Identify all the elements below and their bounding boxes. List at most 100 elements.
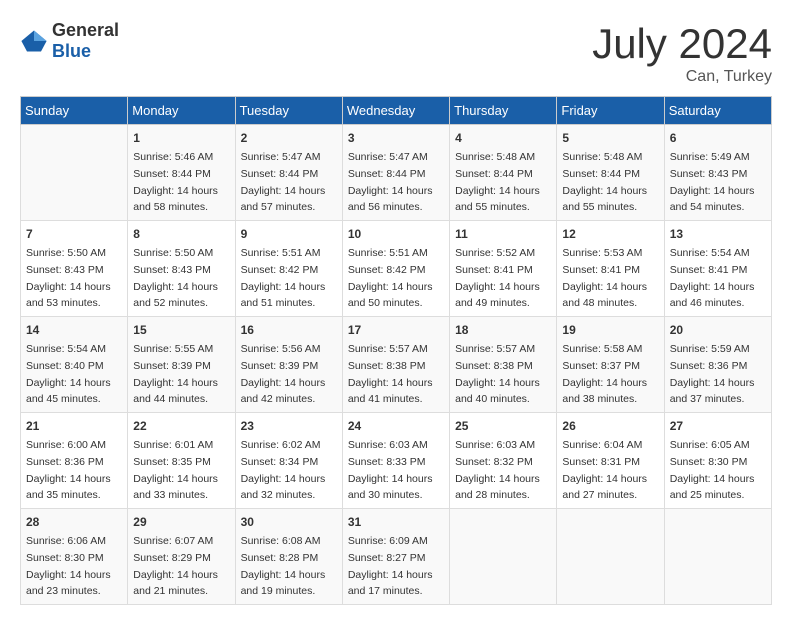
table-cell: 28 Sunrise: 6:06 AMSunset: 8:30 PMDayligh…: [21, 509, 128, 605]
table-cell: 11 Sunrise: 5:52 AMSunset: 8:41 PMDayligh…: [450, 221, 557, 317]
page-header: General Blue July 2024 Can, Turkey: [20, 20, 772, 86]
day-number: 10: [348, 225, 444, 243]
table-cell: 18 Sunrise: 5:57 AMSunset: 8:38 PMDayligh…: [450, 317, 557, 413]
table-cell: 15Sunrise: 5:55 AMSunset: 8:39 PMDayligh…: [128, 317, 235, 413]
header-sunday: Sunday: [21, 97, 128, 125]
table-cell: 20 Sunrise: 5:59 AMSunset: 8:36 PMDayligh…: [664, 317, 771, 413]
location-title: Can, Turkey: [592, 68, 772, 86]
day-number: 14: [26, 321, 122, 339]
day-detail: Sunrise: 6:02 AMSunset: 8:34 PMDaylight:…: [241, 439, 326, 501]
day-number: 7: [26, 225, 122, 243]
day-number: 31: [348, 513, 444, 531]
day-detail: Sunrise: 5:58 AMSunset: 8:37 PMDaylight:…: [562, 343, 647, 405]
day-detail: Sunrise: 5:57 AMSunset: 8:38 PMDaylight:…: [455, 343, 540, 405]
table-cell: 25Sunrise: 6:03 AMSunset: 8:32 PMDayligh…: [450, 413, 557, 509]
logo-text: General Blue: [52, 20, 119, 62]
table-cell: 14 Sunrise: 5:54 AMSunset: 8:40 PMDayligh…: [21, 317, 128, 413]
table-cell: 16 Sunrise: 5:56 AMSunset: 8:39 PMDayligh…: [235, 317, 342, 413]
day-detail: Sunrise: 6:07 AMSunset: 8:29 PMDaylight:…: [133, 535, 218, 597]
day-detail: Sunrise: 6:03 AMSunset: 8:33 PMDaylight:…: [348, 439, 433, 501]
day-detail: Sunrise: 5:56 AMSunset: 8:39 PMDaylight:…: [241, 343, 326, 405]
table-cell: 7 Sunrise: 5:50 AMSunset: 8:43 PMDaylight…: [21, 221, 128, 317]
header-thursday: Thursday: [450, 97, 557, 125]
table-cell: 23 Sunrise: 6:02 AMSunset: 8:34 PMDayligh…: [235, 413, 342, 509]
table-cell: 24 Sunrise: 6:03 AMSunset: 8:33 PMDayligh…: [342, 413, 449, 509]
table-cell: 13Sunrise: 5:54 AMSunset: 8:41 PMDayligh…: [664, 221, 771, 317]
header-saturday: Saturday: [664, 97, 771, 125]
table-cell: 10 Sunrise: 5:51 AMSunset: 8:42 PMDayligh…: [342, 221, 449, 317]
day-number: 23: [241, 417, 337, 435]
week-row-4: 21 Sunrise: 6:00 AMSunset: 8:36 PMDayligh…: [21, 413, 772, 509]
day-detail: Sunrise: 5:54 AMSunset: 8:40 PMDaylight:…: [26, 343, 111, 405]
day-number: 19: [562, 321, 658, 339]
day-number: 4: [455, 129, 551, 147]
day-detail: Sunrise: 5:52 AMSunset: 8:41 PMDaylight:…: [455, 247, 540, 309]
day-detail: Sunrise: 5:59 AMSunset: 8:36 PMDaylight:…: [670, 343, 755, 405]
table-cell: 27Sunrise: 6:05 AMSunset: 8:30 PMDayligh…: [664, 413, 771, 509]
day-detail: Sunrise: 6:00 AMSunset: 8:36 PMDaylight:…: [26, 439, 111, 501]
day-number: 18: [455, 321, 551, 339]
day-detail: Sunrise: 5:50 AMSunset: 8:43 PMDaylight:…: [26, 247, 111, 309]
day-detail: Sunrise: 5:47 AMSunset: 8:44 PMDaylight:…: [241, 151, 326, 213]
table-cell: 2Sunrise: 5:47 AMSunset: 8:44 PMDaylight…: [235, 125, 342, 221]
week-row-3: 14 Sunrise: 5:54 AMSunset: 8:40 PMDayligh…: [21, 317, 772, 413]
table-cell: 31Sunrise: 6:09 AMSunset: 8:27 PMDayligh…: [342, 509, 449, 605]
day-detail: Sunrise: 6:06 AMSunset: 8:30 PMDaylight:…: [26, 535, 111, 597]
day-number: 29: [133, 513, 229, 531]
table-cell: 3 Sunrise: 5:47 AMSunset: 8:44 PMDaylight…: [342, 125, 449, 221]
day-detail: Sunrise: 5:53 AMSunset: 8:41 PMDaylight:…: [562, 247, 647, 309]
table-cell: [21, 125, 128, 221]
day-number: 20: [670, 321, 766, 339]
day-number: 24: [348, 417, 444, 435]
day-detail: Sunrise: 6:08 AMSunset: 8:28 PMDaylight:…: [241, 535, 326, 597]
calendar-table: SundayMondayTuesdayWednesdayThursdayFrid…: [20, 96, 772, 605]
table-cell: 26Sunrise: 6:04 AMSunset: 8:31 PMDayligh…: [557, 413, 664, 509]
header-tuesday: Tuesday: [235, 97, 342, 125]
day-detail: Sunrise: 5:48 AMSunset: 8:44 PMDaylight:…: [455, 151, 540, 213]
table-cell: 29 Sunrise: 6:07 AMSunset: 8:29 PMDayligh…: [128, 509, 235, 605]
day-detail: Sunrise: 6:01 AMSunset: 8:35 PMDaylight:…: [133, 439, 218, 501]
table-cell: 1 Sunrise: 5:46 AMSunset: 8:44 PMDaylight…: [128, 125, 235, 221]
day-detail: Sunrise: 5:50 AMSunset: 8:43 PMDaylight:…: [133, 247, 218, 309]
week-row-2: 7 Sunrise: 5:50 AMSunset: 8:43 PMDaylight…: [21, 221, 772, 317]
month-title: July 2024: [592, 20, 772, 68]
week-row-5: 28 Sunrise: 6:06 AMSunset: 8:30 PMDayligh…: [21, 509, 772, 605]
header-monday: Monday: [128, 97, 235, 125]
table-cell: 8 Sunrise: 5:50 AMSunset: 8:43 PMDaylight…: [128, 221, 235, 317]
logo-general: General: [52, 20, 119, 40]
header-row: SundayMondayTuesdayWednesdayThursdayFrid…: [21, 97, 772, 125]
day-number: 17: [348, 321, 444, 339]
table-cell: 22 Sunrise: 6:01 AMSunset: 8:35 PMDayligh…: [128, 413, 235, 509]
day-number: 8: [133, 225, 229, 243]
day-number: 1: [133, 129, 229, 147]
logo-icon: [20, 27, 48, 55]
table-cell: 6 Sunrise: 5:49 AMSunset: 8:43 PMDaylight…: [664, 125, 771, 221]
day-number: 11: [455, 225, 551, 243]
logo: General Blue: [20, 20, 119, 62]
day-number: 3: [348, 129, 444, 147]
day-detail: Sunrise: 5:49 AMSunset: 8:43 PMDaylight:…: [670, 151, 755, 213]
table-cell: 4 Sunrise: 5:48 AMSunset: 8:44 PMDaylight…: [450, 125, 557, 221]
day-detail: Sunrise: 5:55 AMSunset: 8:39 PMDaylight:…: [133, 343, 218, 405]
header-wednesday: Wednesday: [342, 97, 449, 125]
day-number: 13: [670, 225, 766, 243]
day-detail: Sunrise: 5:57 AMSunset: 8:38 PMDaylight:…: [348, 343, 433, 405]
table-cell: [664, 509, 771, 605]
day-number: 21: [26, 417, 122, 435]
day-detail: Sunrise: 5:51 AMSunset: 8:42 PMDaylight:…: [348, 247, 433, 309]
day-number: 28: [26, 513, 122, 531]
day-detail: Sunrise: 6:04 AMSunset: 8:31 PMDaylight:…: [562, 439, 647, 501]
day-detail: Sunrise: 5:47 AMSunset: 8:44 PMDaylight:…: [348, 151, 433, 213]
day-number: 22: [133, 417, 229, 435]
table-cell: 9Sunrise: 5:51 AMSunset: 8:42 PMDaylight…: [235, 221, 342, 317]
week-row-1: 1 Sunrise: 5:46 AMSunset: 8:44 PMDaylight…: [21, 125, 772, 221]
day-number: 27: [670, 417, 766, 435]
table-cell: [557, 509, 664, 605]
day-detail: Sunrise: 6:03 AMSunset: 8:32 PMDaylight:…: [455, 439, 540, 501]
day-number: 16: [241, 321, 337, 339]
day-number: 6: [670, 129, 766, 147]
table-cell: 19 Sunrise: 5:58 AMSunset: 8:37 PMDayligh…: [557, 317, 664, 413]
day-detail: Sunrise: 5:46 AMSunset: 8:44 PMDaylight:…: [133, 151, 218, 213]
table-cell: 5Sunrise: 5:48 AMSunset: 8:44 PMDaylight…: [557, 125, 664, 221]
table-cell: 12Sunrise: 5:53 AMSunset: 8:41 PMDayligh…: [557, 221, 664, 317]
